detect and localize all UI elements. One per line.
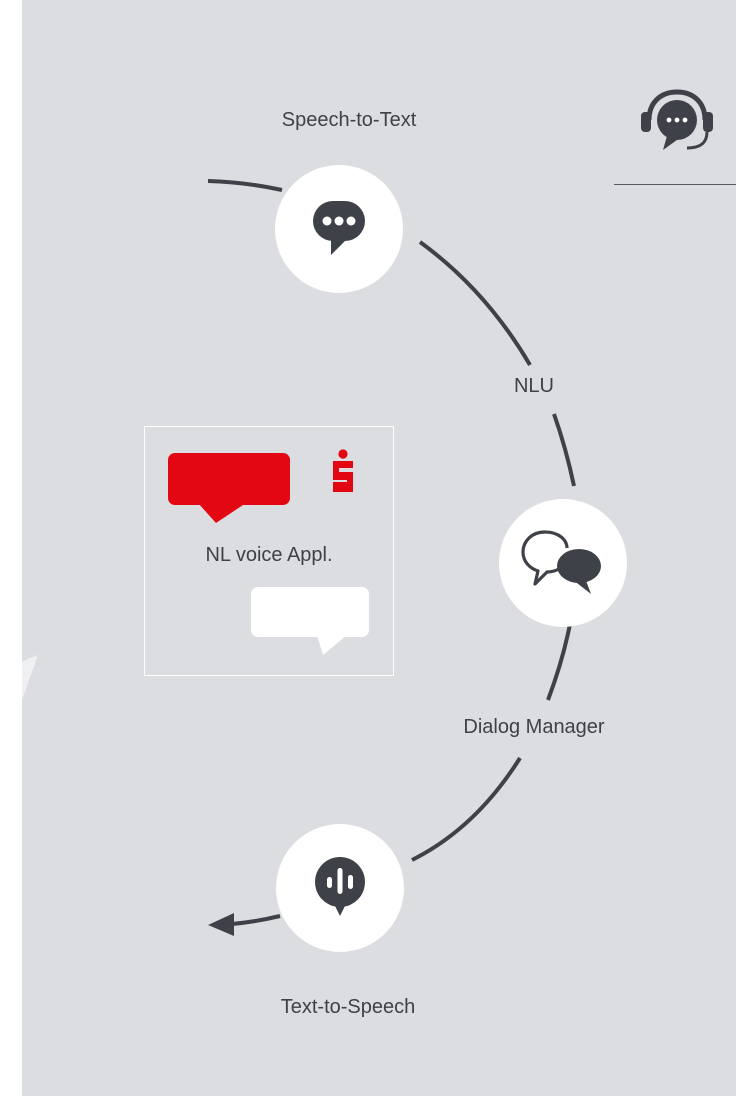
node-speech-to-text — [275, 165, 403, 293]
node-dialog-manager — [499, 499, 627, 627]
audio-bubble-icon — [310, 854, 370, 923]
line-nlu-to-dm — [552, 413, 576, 487]
chat-dots-icon — [307, 195, 371, 264]
red-chat-bubble — [168, 453, 292, 530]
label-text-to-speech: Text-to-Speech — [280, 996, 416, 1018]
divider-line — [614, 184, 736, 185]
node-text-to-speech — [276, 824, 404, 952]
label-nlu: NLU — [513, 375, 555, 397]
headset-chat-icon — [637, 86, 713, 163]
line-stt-to-nlu — [418, 240, 532, 367]
line-dm-to-tts — [411, 756, 522, 862]
conversation-bubbles-icon — [521, 526, 605, 601]
line-input — [207, 179, 283, 192]
label-speech-to-text: Speech-to-Text — [281, 109, 417, 131]
label-dialog-manager: Dialog Manager — [463, 716, 605, 738]
line-output — [231, 914, 281, 926]
app-label: NL voice Appl. — [205, 544, 333, 566]
app-panel: NL voice Appl. — [144, 426, 394, 676]
output-arrowhead — [208, 913, 234, 936]
sparkasse-logo — [331, 449, 355, 500]
line-dm-down — [546, 623, 572, 701]
white-chat-bubble — [249, 585, 373, 662]
